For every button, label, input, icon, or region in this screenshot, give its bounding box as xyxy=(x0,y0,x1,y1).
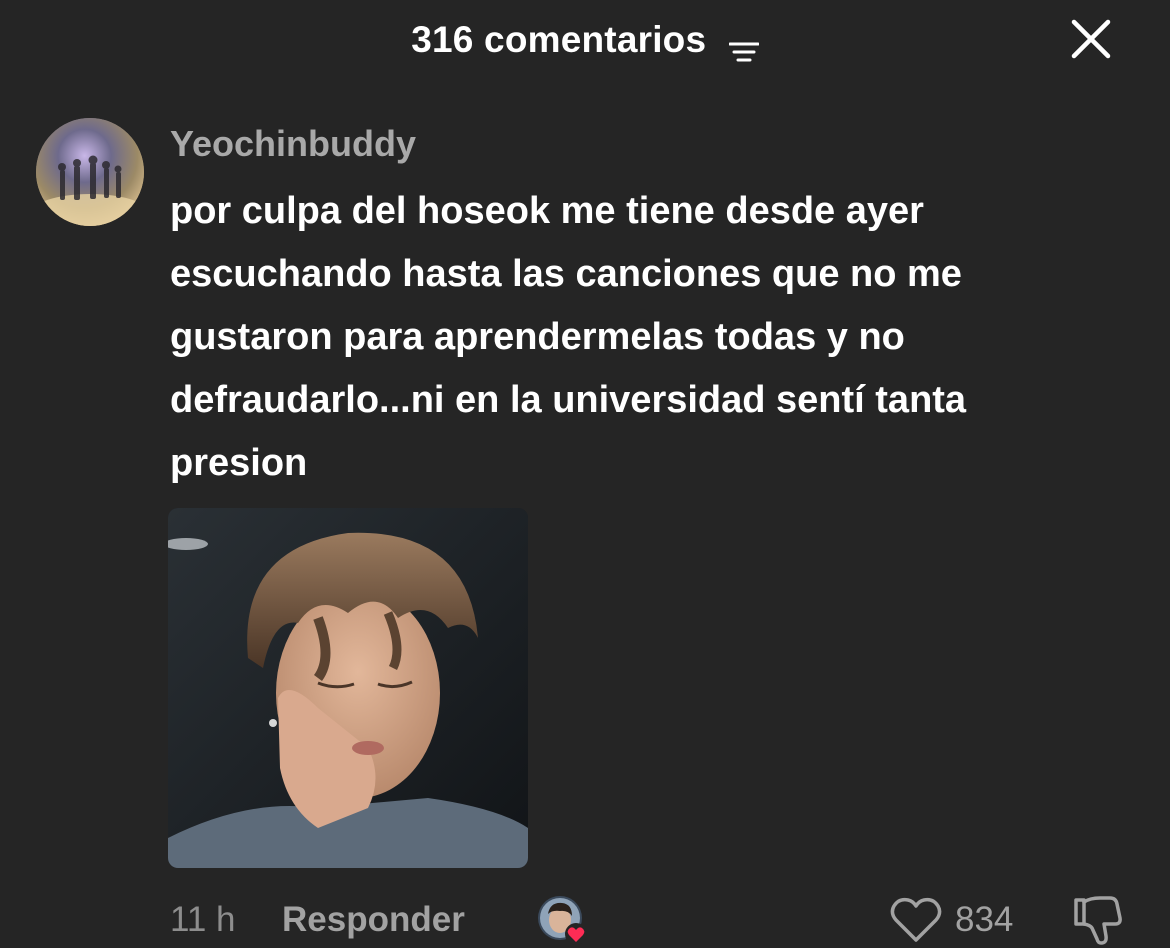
comment-username[interactable]: Yeochinbuddy xyxy=(170,120,416,168)
reply-button[interactable]: Responder xyxy=(282,896,465,944)
like-count: 834 xyxy=(955,900,1014,939)
creator-liked-avatar xyxy=(536,894,588,946)
comments-header: 316 comentarios xyxy=(0,14,1170,62)
thumbs-down-icon[interactable] xyxy=(1070,894,1124,948)
heart-badge-icon xyxy=(565,923,587,945)
close-icon[interactable] xyxy=(1068,16,1114,62)
filter-icon[interactable] xyxy=(728,28,760,62)
comments-screen: 316 comentarios Yeochinbuddy por culpa d… xyxy=(0,0,1170,948)
comment-body: por culpa del hoseok me tiene desde ayer… xyxy=(170,190,967,484)
heart-like-icon[interactable] xyxy=(888,896,944,944)
comment-attached-image[interactable] xyxy=(168,508,528,868)
comments-count-title: 316 comentarios xyxy=(411,19,707,61)
user-avatar[interactable] xyxy=(36,118,144,226)
comment-time: 11 h xyxy=(170,900,236,939)
